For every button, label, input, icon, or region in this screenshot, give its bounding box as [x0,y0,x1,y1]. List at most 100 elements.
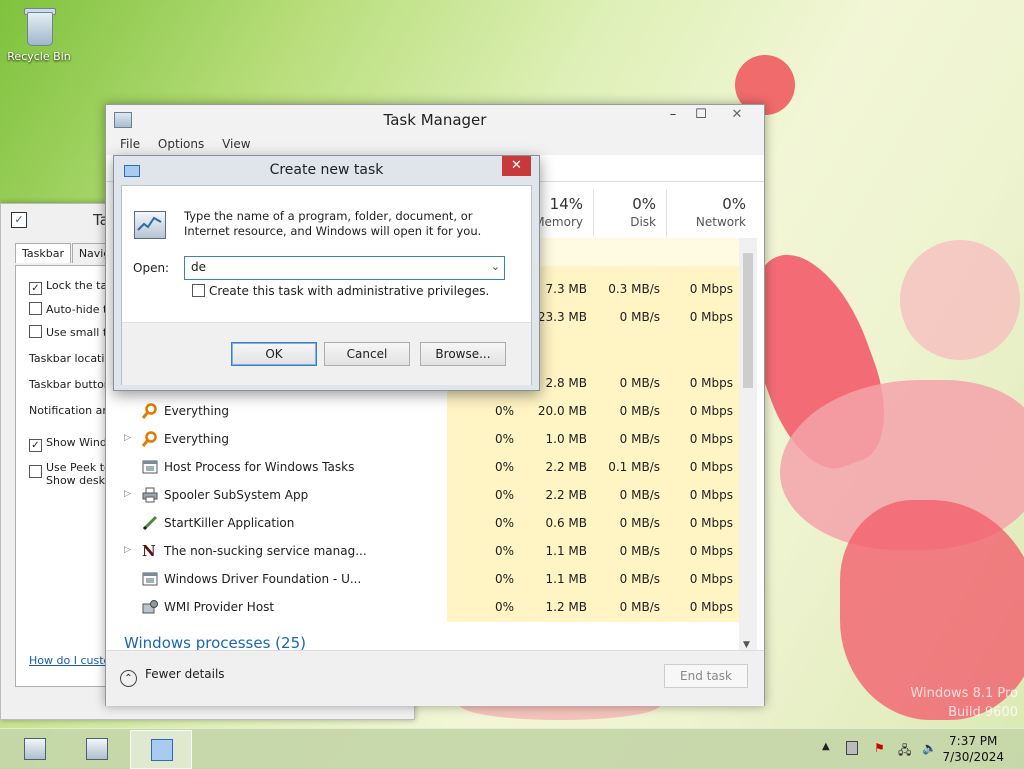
checkbox[interactable] [29,325,42,338]
disk-label: Disk [630,215,656,229]
process-name: WMI Provider Host [164,600,275,614]
recycle-bin-label: Recycle Bin [7,50,71,63]
run-dialog-icon [151,739,173,761]
process-row[interactable]: ▷ Spooler SubSystem App 0% 2.2 MB 0 MB/s… [106,481,739,509]
cpu-cell: 0% [494,572,514,586]
memory-cell: 2.2 MB [545,460,587,474]
memory-cell: 0.6 MB [545,516,587,530]
taskbar: ▲ ⚑ 🖧 🔈 7:37 PM 7/30/2024 [0,728,1024,769]
scrollbar-thumb[interactable] [743,253,753,388]
cpu-cell: 0% [494,460,514,474]
open-combobox[interactable]: de ⌄ [184,256,505,280]
process-name: StartKiller Application [164,516,295,530]
n-letter-icon: N [142,542,156,560]
network-cell: 0 Mbps [689,544,733,558]
network-cell: 0 Mbps [689,600,733,614]
disk-column-header[interactable]: 0% Disk [593,189,666,237]
chevron-down-icon[interactable]: ⌄ [491,260,500,273]
menu-view[interactable]: View [222,137,250,151]
expand-arrow-icon[interactable]: ▷ [124,545,131,555]
admin-label: Create this task with administrative pri… [209,284,490,298]
cpu-cell: 0% [494,516,514,530]
disk-cell: 0 MB/s [619,488,660,502]
memory-cell: 1.1 MB [545,572,587,586]
task-manager-icon [86,738,108,760]
expand-arrow-icon[interactable]: ▷ [124,433,131,443]
open-input[interactable]: de [191,260,206,274]
memory-cell: 1.0 MB [545,432,587,446]
fewer-details-button[interactable]: ⌃ Fewer details [120,667,225,687]
process-row[interactable]: Windows Driver Foundation - U... 0% 1.1 … [106,565,739,593]
disk-cell: 0 MB/s [619,376,660,390]
recycle-bin-icon [24,6,56,46]
process-row[interactable]: ▷ Everything 0% 1.0 MB 0 MB/s 0 Mbps [106,425,739,453]
taskbar-button-properties[interactable] [4,730,64,767]
menu-options[interactable]: Options [158,137,204,151]
process-row[interactable]: Everything 0% 20.0 MB 0 MB/s 0 Mbps [106,397,739,425]
volume-muted-icon[interactable]: 🔈 [922,741,937,755]
windows-watermark: Windows 8.1 Pro Build 9600 [910,684,1018,722]
vertical-scrollbar[interactable]: ▼ [739,238,757,650]
checkbox[interactable] [29,465,42,478]
scroll-down-arrow-icon[interactable]: ▼ [743,640,750,650]
cpu-cell: 0% [494,600,514,614]
checkbox[interactable] [29,302,42,315]
admin-checkbox[interactable] [192,284,205,297]
dialog-titlebar[interactable]: Create new task ✕ [114,156,539,184]
ok-button[interactable]: OK [231,342,317,366]
dialog-message: Type the name of a program, folder, docu… [184,209,482,238]
network-cell: 0 Mbps [689,516,733,530]
process-row[interactable]: WMI Provider Host 0% 1.2 MB 0 MB/s 0 Mbp… [106,593,739,621]
checkbox-checked[interactable]: ✓ [29,282,42,295]
browse-button[interactable]: Browse... [420,342,506,366]
admin-privileges-option[interactable]: Create this task with administrative pri… [192,284,489,298]
checkbox-checked[interactable]: ✓ [29,439,42,452]
pen-icon [142,515,158,531]
dialog-close-button[interactable]: ✕ [502,156,531,176]
auto-hide-option[interactable]: Auto-hide th [29,302,114,316]
clock[interactable]: 7:37 PM 7/30/2024 [942,733,1004,765]
option-label: Use Peek to [46,461,111,474]
magnifier-icon [141,431,158,447]
end-task-button[interactable]: End task [664,664,748,688]
network-percent: 0% [722,195,746,213]
process-row[interactable]: Host Process for Windows Tasks 0% 2.2 MB… [106,453,739,481]
network-icon[interactable]: 🖧 [898,741,911,762]
taskbar-buttons-label: Taskbar buttons [29,378,117,391]
memory-cell: 2.2 MB [545,488,587,502]
tab-taskbar[interactable]: Taskbar [15,243,71,263]
minimize-button[interactable]: – [662,105,684,125]
network-column-header[interactable]: 0% Network [666,189,756,237]
recycle-bin-desktop-icon[interactable]: Recycle Bin [6,6,72,63]
fewer-details-label: Fewer details [145,667,225,681]
taskbar-properties-icon [24,738,46,760]
task-manager-footer: ⌃ Fewer details End task [106,650,764,706]
printer-icon [142,487,158,503]
maximize-button[interactable]: ☐ [690,105,712,125]
taskbar-button-task-manager[interactable] [66,730,126,767]
disk-cell: 0 MB/s [619,432,660,446]
expand-arrow-icon[interactable]: ▷ [124,489,131,499]
action-center-icon[interactable] [846,741,858,755]
disk-cell: 0.3 MB/s [608,282,660,296]
close-button[interactable]: ✕ [718,105,756,125]
show-hidden-icons-arrow-icon[interactable]: ▲ [822,741,830,752]
flag-error-icon[interactable]: ⚑ [874,741,885,755]
use-peek-option[interactable]: Use Peek to Show deskto [29,461,116,487]
process-row[interactable]: ▷ N The non-sucking service manag... 0% … [106,537,739,565]
menu-file[interactable]: File [120,137,140,151]
taskbar-button-run[interactable] [130,730,192,769]
network-cell: 0 Mbps [689,460,733,474]
dialog-title: Create new task [269,162,384,178]
process-row[interactable]: StartKiller Application 0% 0.6 MB 0 MB/s… [106,509,739,537]
disk-cell: 0 MB/s [619,572,660,586]
cancel-button[interactable]: Cancel [324,342,410,366]
disk-cell: 0.1 MB/s [608,460,660,474]
checkbox-app-icon: ✓ [11,212,27,228]
memory-cell: 1.1 MB [545,544,587,558]
wallpaper-petal [900,240,1020,360]
clock-time: 7:37 PM [949,734,998,748]
task-manager-titlebar[interactable]: Task Manager – ☐ ✕ [106,105,764,133]
chevron-up-icon: ⌃ [120,670,137,687]
show-windows-option[interactable]: ✓ Show Windo [29,436,114,452]
